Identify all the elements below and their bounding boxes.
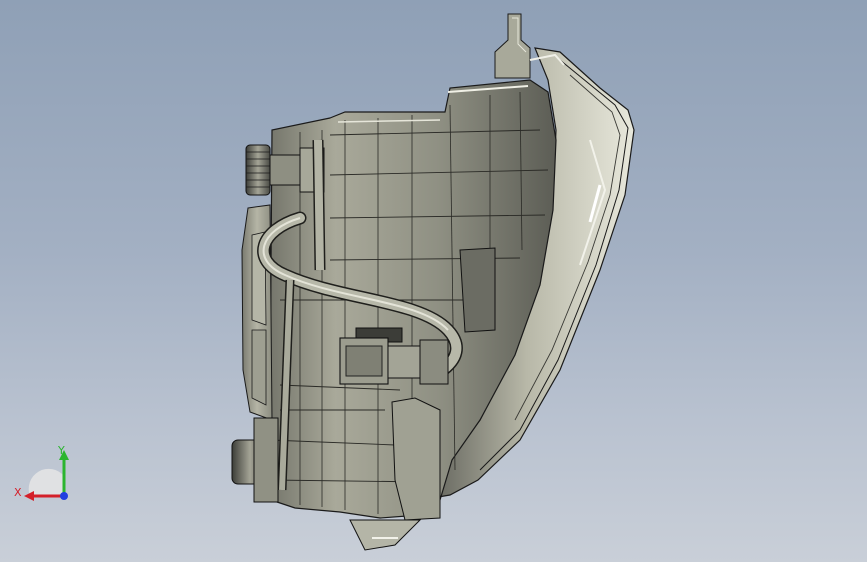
x-axis-arrowhead: [24, 491, 34, 501]
x-axis-label: X: [14, 486, 22, 499]
axis-triad-icon: Y X: [14, 444, 69, 501]
graphics-viewport[interactable]: Y X: [0, 0, 867, 562]
mounting-tab-top: [494, 13, 531, 79]
adjuster-knob-bottom: [231, 417, 279, 503]
z-axis-dot: [60, 492, 68, 500]
y-axis-label: Y: [57, 444, 65, 457]
cad-model[interactable]: [0, 0, 867, 562]
